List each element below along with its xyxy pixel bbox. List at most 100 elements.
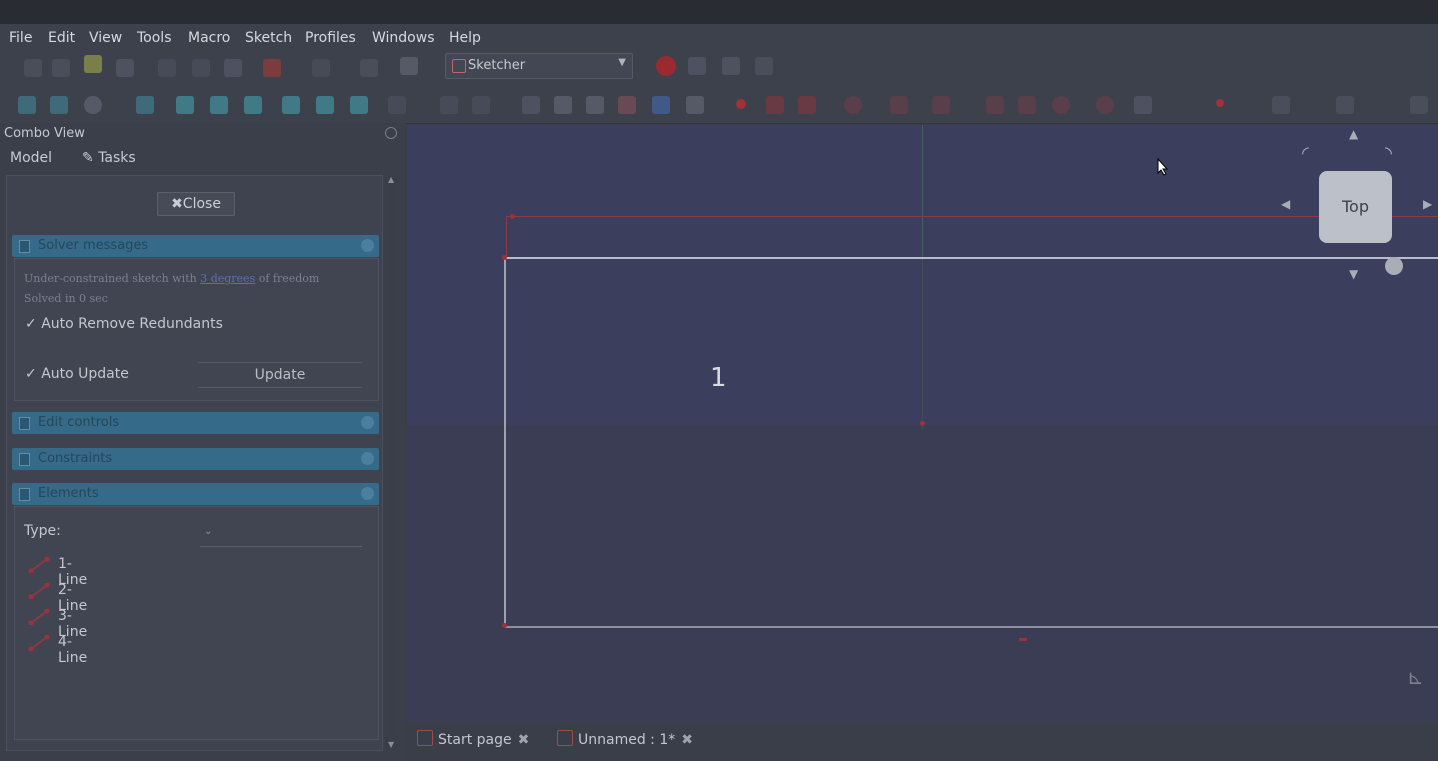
navcube-face-top[interactable]: Top xyxy=(1319,171,1392,243)
right-view-icon[interactable] xyxy=(244,96,262,114)
auto-remove-redundants-checkbox[interactable]: ✓ Auto Remove Redundants xyxy=(25,316,223,332)
top-view-icon[interactable] xyxy=(210,96,228,114)
arrow-left-icon[interactable]: ◀ xyxy=(1281,197,1290,211)
new-file-icon[interactable] xyxy=(24,59,42,77)
fit-all-icon[interactable] xyxy=(18,96,36,114)
view-section-icon[interactable] xyxy=(586,96,604,114)
constraint-line xyxy=(506,216,507,258)
checkmark-icon: ✓ xyxy=(25,366,42,382)
title-bar xyxy=(0,0,1438,24)
left-view-icon[interactable] xyxy=(350,96,368,114)
sketch-line-bottom[interactable] xyxy=(504,626,1438,628)
3d-viewport[interactable]: 1 ◜ ▲ ◝ ◀ ▶ ▼ Top ⊾ xyxy=(407,125,1438,722)
sketch-point[interactable] xyxy=(502,623,507,628)
edit-controls-header[interactable]: Edit controls xyxy=(12,412,379,434)
close-tab-icon[interactable]: ✖ xyxy=(518,732,530,748)
reorient-sketch-icon[interactable] xyxy=(652,96,670,114)
external-geometry-icon[interactable] xyxy=(1216,99,1224,107)
leave-sketch-icon[interactable] xyxy=(522,96,540,114)
workbench-selector[interactable]: Sketcher ▼ xyxy=(445,53,633,79)
tab-tasks[interactable]: ✎ Tasks xyxy=(82,150,136,166)
polygon-icon[interactable] xyxy=(1052,96,1070,114)
draw-style-icon[interactable] xyxy=(84,96,102,114)
panel-icon xyxy=(19,240,30,253)
macro-run-icon[interactable] xyxy=(755,57,773,75)
collapse-icon[interactable] xyxy=(361,239,374,252)
collapse-icon[interactable] xyxy=(361,452,374,465)
fillet-icon[interactable] xyxy=(1134,96,1152,114)
undo-icon[interactable] xyxy=(263,59,281,77)
origin-point[interactable] xyxy=(920,421,925,426)
new-sketch-icon[interactable] xyxy=(440,96,458,114)
arc-icon[interactable] xyxy=(798,96,816,114)
collapse-icon[interactable] xyxy=(361,487,374,500)
front-view-icon[interactable] xyxy=(176,96,194,114)
toggle-construction-icon[interactable] xyxy=(1410,96,1428,114)
sketch-line-top[interactable] xyxy=(504,257,1438,259)
rotate-right-icon[interactable]: ◝ xyxy=(1385,143,1392,164)
tab-start-page[interactable]: Start page ✖ xyxy=(417,730,529,748)
macros-icon[interactable] xyxy=(688,57,706,75)
navigation-cube[interactable]: Top xyxy=(1319,171,1392,243)
panel-icon xyxy=(19,417,30,430)
whats-this-icon[interactable] xyxy=(400,57,418,75)
update-button[interactable]: Update xyxy=(198,362,362,388)
refresh-icon[interactable] xyxy=(360,59,378,77)
arrow-down-icon[interactable]: ▼ xyxy=(1349,267,1358,281)
float-panel-icon[interactable] xyxy=(385,127,397,139)
view-sketch-icon[interactable] xyxy=(554,96,572,114)
arrow-right-icon[interactable]: ▶ xyxy=(1423,197,1432,211)
section-title: Elements xyxy=(38,486,99,501)
print-icon[interactable] xyxy=(116,59,134,77)
circle-icon[interactable] xyxy=(844,96,862,114)
elements-header[interactable]: Elements xyxy=(12,483,379,505)
coincident-icon[interactable] xyxy=(1336,96,1354,114)
task-panel-scrollbar[interactable]: ▲ ▼ xyxy=(385,175,399,749)
conic-icon[interactable] xyxy=(890,96,908,114)
measure-icon[interactable] xyxy=(388,96,406,114)
map-sketch-icon[interactable] xyxy=(618,96,636,114)
open-file-icon[interactable] xyxy=(52,59,70,77)
chevron-down-icon: ⌄ xyxy=(204,526,213,537)
paste-icon[interactable] xyxy=(224,59,242,77)
arrow-up-icon[interactable]: ▲ xyxy=(1349,127,1358,141)
validate-sketch-icon[interactable] xyxy=(686,96,704,114)
rotate-left-icon[interactable]: ◜ xyxy=(1302,143,1309,164)
type-select[interactable]: ⌄ xyxy=(200,522,362,547)
edit-sketch-icon[interactable] xyxy=(472,96,490,114)
scroll-up-icon[interactable]: ▲ xyxy=(388,175,394,184)
macro-edit-icon[interactable] xyxy=(722,57,740,75)
isometric-view-icon[interactable] xyxy=(136,96,154,114)
sketch-point[interactable] xyxy=(502,255,507,260)
sketch-point[interactable] xyxy=(510,214,515,219)
bottom-view-icon[interactable] xyxy=(316,96,334,114)
polyline-icon[interactable] xyxy=(986,96,1004,114)
rectangle-icon[interactable] xyxy=(1018,96,1036,114)
collapse-icon[interactable] xyxy=(361,416,374,429)
solver-messages-header[interactable]: Solver messages xyxy=(12,235,379,257)
close-button[interactable]: ✖Close xyxy=(157,192,235,216)
redo-icon[interactable] xyxy=(312,59,330,77)
rear-view-icon[interactable] xyxy=(282,96,300,114)
slot-icon[interactable] xyxy=(1096,96,1114,114)
auto-update-checkbox[interactable]: ✓ Auto Update xyxy=(25,366,129,382)
tab-model[interactable]: Model xyxy=(10,150,52,166)
save-icon[interactable] xyxy=(84,55,102,73)
constraints-header[interactable]: Constraints xyxy=(12,448,379,470)
navcube-menu-icon[interactable] xyxy=(1385,257,1403,275)
combo-view-title: Combo View xyxy=(4,126,85,141)
sketch-line-left[interactable] xyxy=(504,258,506,628)
bspline-icon[interactable] xyxy=(932,96,950,114)
cut-icon[interactable] xyxy=(158,59,176,77)
constraint-icon[interactable] xyxy=(1272,96,1290,114)
line-icon[interactable] xyxy=(766,96,784,114)
close-tab-icon[interactable]: ✖ xyxy=(681,732,693,748)
record-macro-icon[interactable] xyxy=(656,56,676,76)
scroll-down-icon[interactable]: ▼ xyxy=(388,740,394,749)
constraint-label: 1 xyxy=(710,363,727,393)
copy-icon[interactable] xyxy=(192,59,210,77)
point-icon[interactable] xyxy=(736,99,746,109)
degrees-of-freedom-link[interactable]: 3 degrees xyxy=(200,272,255,285)
tab-unnamed-document[interactable]: Unnamed : 1* ✖ xyxy=(557,730,693,748)
fit-selection-icon[interactable] xyxy=(50,96,68,114)
